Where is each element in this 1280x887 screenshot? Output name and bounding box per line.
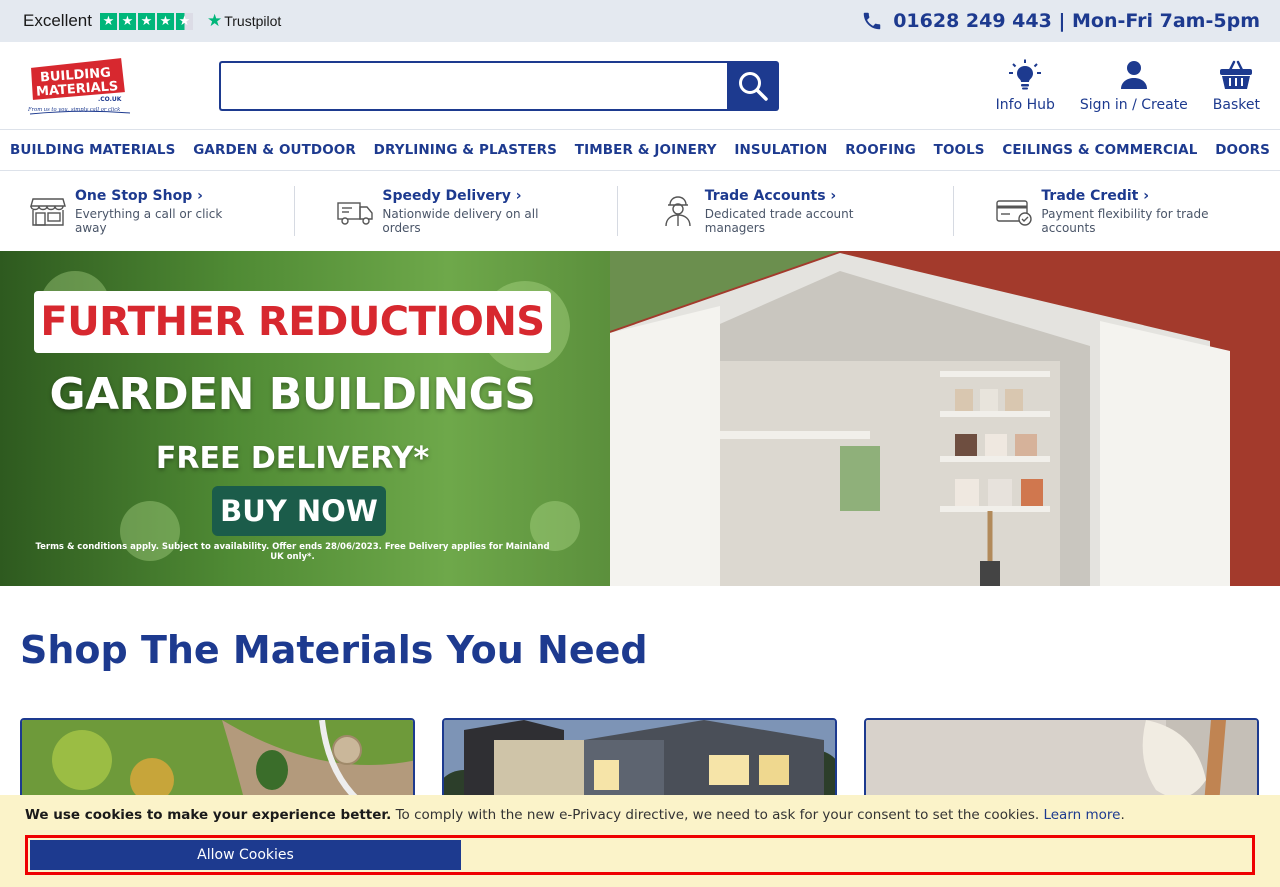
nav-timber-joinery[interactable]: TIMBER & JOINERY	[575, 142, 717, 158]
buy-now-button[interactable]: BUY NOW	[212, 486, 386, 536]
usp-subtitle: Dedicated trade account managers	[704, 206, 854, 235]
garden-shed-image	[610, 251, 1280, 586]
usp-trade-credit[interactable]: Trade Credit Payment flexibility for tra…	[954, 186, 1260, 236]
trustpilot-logo: ★ Trustpilot	[207, 11, 281, 31]
promo-terms: Terms & conditions apply. Subject to ava…	[35, 542, 550, 562]
promo-subheadline: FREE DELIVERY*	[155, 441, 430, 476]
promo-headline: GARDEN BUILDINGS	[49, 369, 536, 420]
usp-bar: One Stop Shop Everything a call or click…	[0, 171, 1280, 251]
cookie-message: We use cookies to make your experience b…	[25, 807, 1255, 823]
usp-title: One Stop Shop	[75, 188, 252, 204]
usp-one-stop-shop[interactable]: One Stop Shop Everything a call or click…	[30, 186, 296, 236]
top-bar: Excellent ★ ★ ★ ★ ★ ★ Trustpilot 01628 2…	[0, 0, 1280, 42]
nav-garden-outdoor[interactable]: GARDEN & OUTDOOR	[193, 142, 356, 158]
basket-label: Basket	[1212, 96, 1260, 113]
phone-icon	[863, 12, 881, 30]
star-icon: ★	[118, 12, 136, 30]
cookie-message-text: To comply with the new e-Privacy directi…	[391, 807, 1044, 823]
trustpilot-stars: ★ ★ ★ ★ ★	[99, 12, 193, 30]
truck-icon	[337, 202, 374, 225]
cookie-button-container: Allow Cookies	[25, 835, 1255, 875]
search-icon	[739, 71, 768, 101]
usp-subtitle: Payment flexibility for trade accounts	[1041, 206, 1209, 235]
section-title: Shop The Materials You Need	[20, 628, 648, 672]
trustpilot-widget[interactable]: Excellent ★ ★ ★ ★ ★ ★ Trustpilot	[23, 11, 281, 31]
usp-subtitle: Everything a call or click away	[75, 206, 223, 235]
usp-title: Trade Credit	[1041, 188, 1260, 204]
nav-ceilings-commercial[interactable]: CEILINGS & COMMERCIAL	[1002, 142, 1197, 158]
user-icon	[1120, 60, 1147, 89]
logo-tld: .CO.UK	[98, 96, 122, 103]
shop-icon	[30, 198, 66, 226]
nav-doors[interactable]: DOORS	[1215, 142, 1270, 158]
header: BUILDING MATERIALS .CO.UK From us to you…	[0, 42, 1280, 130]
nav-tools[interactable]: TOOLS	[934, 142, 985, 158]
usp-text: Trade Credit Payment flexibility for tra…	[1041, 188, 1260, 235]
usp-subtitle: Nationwide delivery on all orders	[382, 206, 539, 235]
nav-building-materials[interactable]: BUILDING MATERIALS	[10, 142, 175, 158]
cookie-notice: We use cookies to make your experience b…	[0, 795, 1280, 887]
search-input[interactable]	[219, 60, 727, 111]
credit-card-icon	[996, 200, 1033, 226]
cookie-message-period: .	[1120, 807, 1125, 823]
star-icon: ★	[156, 12, 174, 30]
star-half-icon: ★	[175, 12, 193, 30]
nav-insulation[interactable]: INSULATION	[734, 142, 827, 158]
usp-title: Speedy Delivery	[382, 188, 574, 204]
trustpilot-rating-label: Excellent	[23, 11, 92, 30]
usp-title: Trade Accounts	[705, 188, 912, 204]
worker-icon	[665, 196, 691, 227]
sign-in-link[interactable]: Sign in / Create	[1080, 59, 1188, 113]
info-hub-link[interactable]: Info Hub	[996, 59, 1055, 113]
info-hub-label: Info Hub	[995, 96, 1055, 113]
lightbulb-icon	[1009, 59, 1042, 89]
header-links: Info Hub Sign in / Create Basket	[996, 59, 1260, 113]
usp-text: Trade Accounts Dedicated trade account m…	[705, 188, 912, 235]
trustpilot-star-icon: ★	[206, 11, 223, 30]
main-nav: BUILDING MATERIALS GARDEN & OUTDOOR DRYL…	[0, 130, 1280, 171]
usp-speedy-delivery[interactable]: Speedy Delivery Nationwide delivery on a…	[295, 186, 618, 236]
basket-link[interactable]: Basket	[1213, 59, 1260, 113]
hero-banner[interactable]: FURTHER REDUCTIONS GARDEN BUILDINGS FREE…	[0, 251, 1280, 586]
trustpilot-logo-text: Trustpilot	[224, 13, 282, 29]
learn-more-link[interactable]: Learn more	[1043, 807, 1120, 823]
sign-in-label: Sign in / Create	[1079, 96, 1188, 113]
cookie-message-bold: We use cookies to make your experience b…	[25, 807, 392, 823]
usp-text: Speedy Delivery Nationwide delivery on a…	[382, 188, 574, 235]
phone-text: 01628 249 443 | Mon-Fri 7am-5pm	[893, 10, 1260, 32]
usp-trade-accounts[interactable]: Trade Accounts Dedicated trade account m…	[618, 186, 955, 236]
star-icon: ★	[137, 12, 155, 30]
search-bar	[219, 60, 779, 111]
search-button[interactable]	[727, 60, 779, 111]
basket-icon	[1220, 60, 1253, 89]
phone-contact[interactable]: 01628 249 443 | Mon-Fri 7am-5pm	[861, 10, 1260, 32]
star-icon: ★	[99, 12, 117, 30]
promo-banner-title: FURTHER REDUCTIONS	[34, 291, 551, 353]
building-materials-logo-icon: BUILDING MATERIALS .CO.UK From us to you…	[27, 55, 131, 114]
usp-text: One Stop Shop Everything a call or click…	[75, 188, 252, 235]
nav-roofing[interactable]: ROOFING	[845, 142, 916, 158]
allow-cookies-button[interactable]: Allow Cookies	[30, 840, 461, 870]
nav-drylining-plasters[interactable]: DRYLINING & PLASTERS	[374, 142, 557, 158]
site-logo[interactable]: BUILDING MATERIALS .CO.UK From us to you…	[26, 55, 134, 117]
